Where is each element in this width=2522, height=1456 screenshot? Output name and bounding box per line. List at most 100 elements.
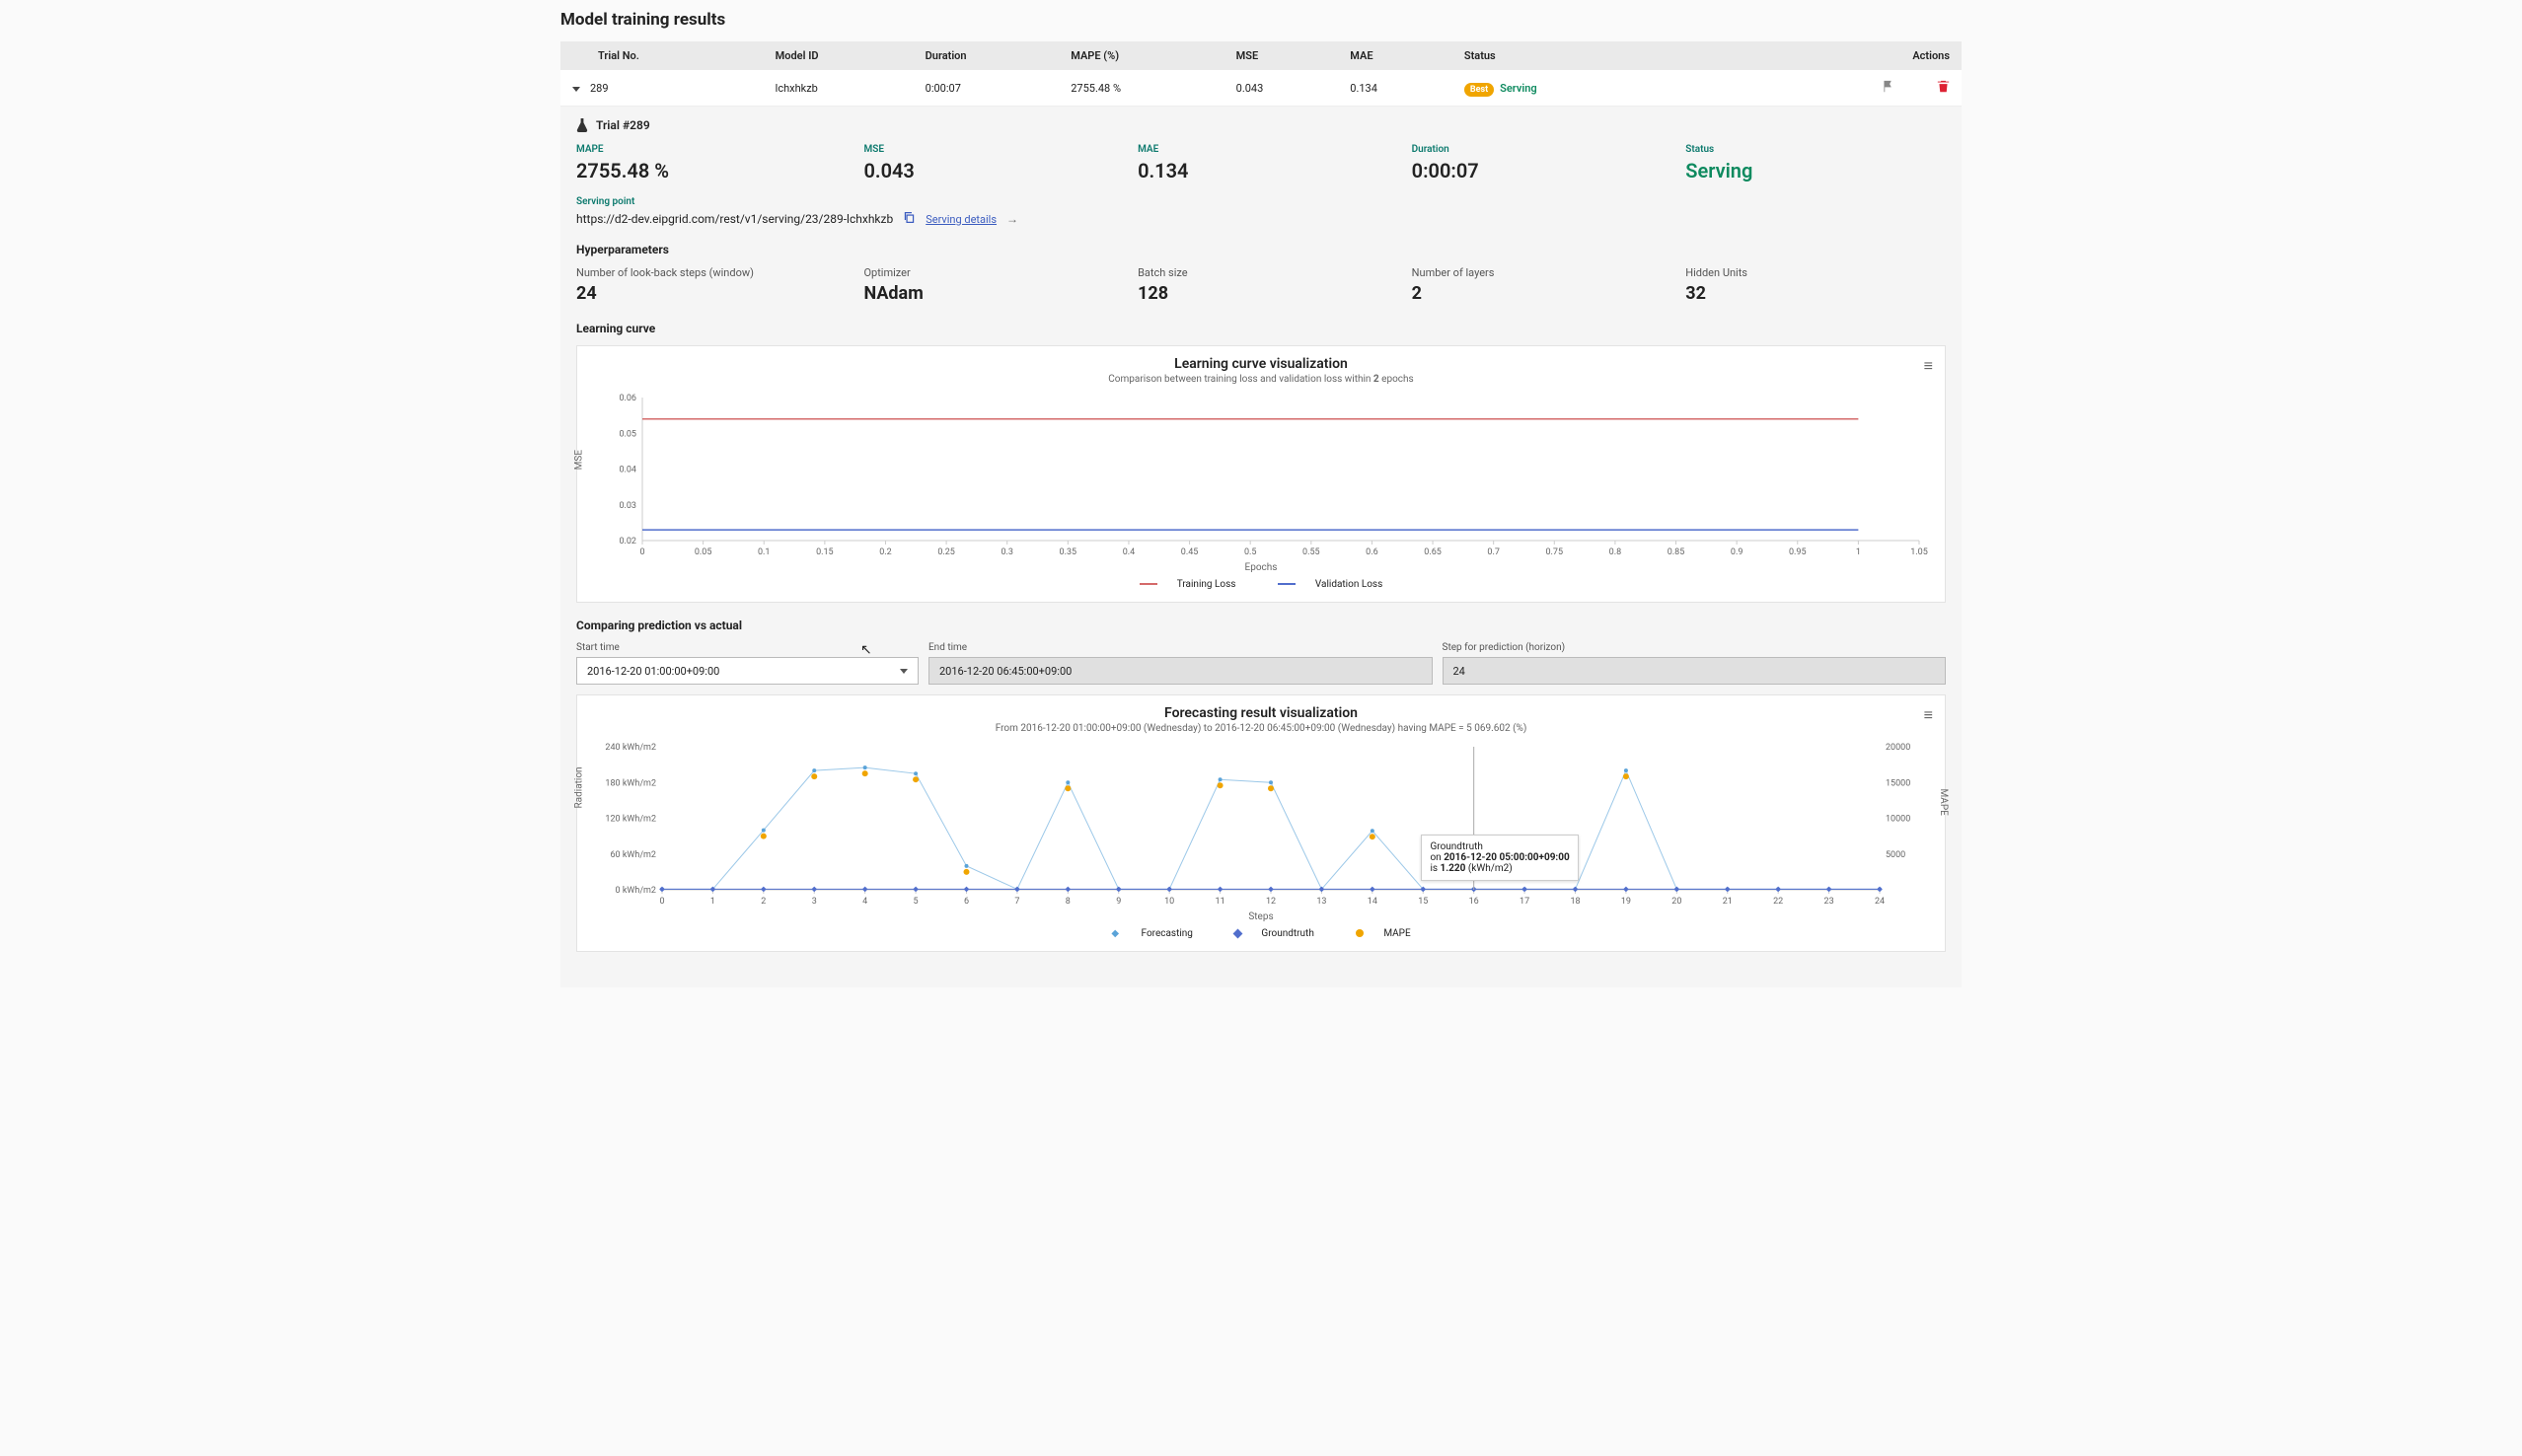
svg-text:16: 16 <box>1469 897 1479 907</box>
hp-batch-label: Batch size <box>1138 266 1412 279</box>
end-time-field: 2016-12-20 06:45:00+09:00 <box>928 657 1433 685</box>
svg-text:0.03: 0.03 <box>619 501 636 511</box>
svg-text:0.7: 0.7 <box>1487 547 1500 557</box>
svg-text:1: 1 <box>1856 547 1861 557</box>
svg-text:0: 0 <box>659 897 664 907</box>
svg-text:6: 6 <box>964 897 969 907</box>
svg-text:0.02: 0.02 <box>619 537 636 546</box>
metric-status: Serving <box>1685 159 1946 182</box>
svg-text:19: 19 <box>1621 897 1631 907</box>
svg-text:10000: 10000 <box>1886 815 1910 825</box>
svg-text:14: 14 <box>1368 897 1377 907</box>
hp-optimizer: NAdam <box>863 283 1138 304</box>
svg-text:0.04: 0.04 <box>619 466 636 475</box>
serving-url: https://d2-dev.eipgrid.com/rest/v1/servi… <box>576 212 893 226</box>
metric-mse: 0.043 <box>863 159 1138 182</box>
end-time-label: End time <box>928 642 1433 653</box>
start-time-dropdown[interactable]: 2016-12-20 01:00:00+09:00 <box>576 657 919 685</box>
metric-mape-label: MAPE <box>576 144 863 155</box>
svg-text:0.9: 0.9 <box>1731 547 1743 557</box>
status-badge: Serving <box>1500 82 1536 95</box>
serving-details-link[interactable]: Serving details <box>926 213 997 226</box>
metric-duration: 0:00:07 <box>1412 159 1686 182</box>
cell-model: lchxhkzb <box>764 70 914 107</box>
hp-optimizer-label: Optimizer <box>863 266 1138 279</box>
lc-subtitle: Comparison between training loss and val… <box>593 374 1929 385</box>
lc-legend: Training Loss Validation Loss <box>593 579 1929 590</box>
svg-text:0.6: 0.6 <box>1366 547 1378 557</box>
fc-subtitle: From 2016-12-20 01:00:00+09:00 (Wednesda… <box>593 723 1929 734</box>
page-title: Model training results <box>560 10 1962 30</box>
svg-text:11: 11 <box>1216 897 1225 907</box>
svg-text:5: 5 <box>914 897 919 907</box>
metric-mape: 2755.48 % <box>576 159 863 182</box>
svg-text:20: 20 <box>1671 897 1681 907</box>
step-label: Step for prediction (horizon) <box>1443 642 1947 653</box>
svg-text:0.65: 0.65 <box>1424 547 1442 557</box>
svg-text:12: 12 <box>1266 897 1276 907</box>
lc-title: Learning curve visualization <box>593 356 1929 372</box>
svg-text:0.2: 0.2 <box>879 547 892 557</box>
fc-title: Forecasting result visualization <box>593 705 1929 721</box>
cell-trial: 289 <box>590 82 609 95</box>
svg-text:20000: 20000 <box>1886 743 1910 753</box>
fc-plot: 0 kWh/m260 kWh/m2120 kWh/m2180 kWh/m2240… <box>593 742 1929 910</box>
svg-text:15: 15 <box>1418 897 1428 907</box>
svg-text:4: 4 <box>862 897 867 907</box>
learning-curve-heading: Learning curve <box>576 322 1946 335</box>
metric-mae-label: MAE <box>1138 144 1412 155</box>
th-trial: Trial No. <box>560 41 764 70</box>
fc-y2label: MAPE <box>1938 788 1949 815</box>
expand-toggle-icon[interactable] <box>572 87 580 92</box>
metric-mae: 0.134 <box>1138 159 1412 182</box>
hp-layers: 2 <box>1412 283 1686 304</box>
results-table: Trial No. Model ID Duration MAPE (%) MSE… <box>560 41 1962 107</box>
svg-text:0.55: 0.55 <box>1302 547 1320 557</box>
trash-icon[interactable] <box>1937 83 1950 96</box>
svg-text:5000: 5000 <box>1886 850 1905 860</box>
hp-hidden-label: Hidden Units <box>1685 266 1946 279</box>
svg-text:0.3: 0.3 <box>1001 547 1013 557</box>
hp-batch: 128 <box>1138 283 1412 304</box>
lc-ylabel: MSE <box>574 449 585 469</box>
svg-text:0.1: 0.1 <box>758 547 771 557</box>
svg-text:18: 18 <box>1570 897 1580 907</box>
metric-status-label: Status <box>1685 144 1946 155</box>
hp-window-label: Number of look-back steps (window) <box>576 266 863 279</box>
hyperparameters-heading: Hyperparameters <box>576 243 1946 256</box>
svg-text:10: 10 <box>1164 897 1174 907</box>
chart-menu-icon[interactable]: ≡ <box>1924 356 1933 376</box>
th-model: Model ID <box>764 41 914 70</box>
flask-icon <box>576 118 588 132</box>
fc-xlabel: Steps <box>593 911 1929 922</box>
hp-window: 24 <box>576 283 863 304</box>
svg-text:0.8: 0.8 <box>1609 547 1622 557</box>
svg-text:0.4: 0.4 <box>1123 547 1136 557</box>
hp-layers-label: Number of layers <box>1412 266 1686 279</box>
best-badge: Best <box>1464 83 1494 97</box>
start-time-label: Start time <box>576 642 919 653</box>
svg-text:17: 17 <box>1520 897 1529 907</box>
svg-text:23: 23 <box>1824 897 1834 907</box>
svg-text:24: 24 <box>1875 897 1885 907</box>
svg-text:22: 22 <box>1773 897 1783 907</box>
svg-text:180 kWh/m2: 180 kWh/m2 <box>605 778 656 788</box>
serving-point-label: Serving point <box>576 196 1946 207</box>
trial-detail-panel: Trial #289 MAPE2755.48 % MSE0.043 MAE0.1… <box>560 107 1962 987</box>
svg-text:0.45: 0.45 <box>1181 547 1199 557</box>
flag-icon[interactable] <box>1882 83 1894 96</box>
chart-menu-icon[interactable]: ≡ <box>1924 705 1933 725</box>
copy-icon[interactable] <box>903 211 916 227</box>
svg-text:1: 1 <box>710 897 715 907</box>
svg-text:0.15: 0.15 <box>816 547 834 557</box>
learning-curve-chart: ≡ Learning curve visualization Compariso… <box>576 345 1946 603</box>
th-mape: MAPE (%) <box>1059 41 1224 70</box>
table-row[interactable]: 289 lchxhkzb 0:00:07 2755.48 % 0.043 0.1… <box>560 70 1962 107</box>
svg-text:1.05: 1.05 <box>1910 547 1928 557</box>
svg-text:0.75: 0.75 <box>1546 547 1564 557</box>
svg-text:60 kWh/m2: 60 kWh/m2 <box>610 850 656 860</box>
svg-text:0.95: 0.95 <box>1789 547 1807 557</box>
fc-legend: ◆ Forecasting Groundtruth MAPE <box>593 928 1929 939</box>
th-status: Status <box>1452 41 1669 70</box>
chevron-down-icon <box>900 669 908 674</box>
